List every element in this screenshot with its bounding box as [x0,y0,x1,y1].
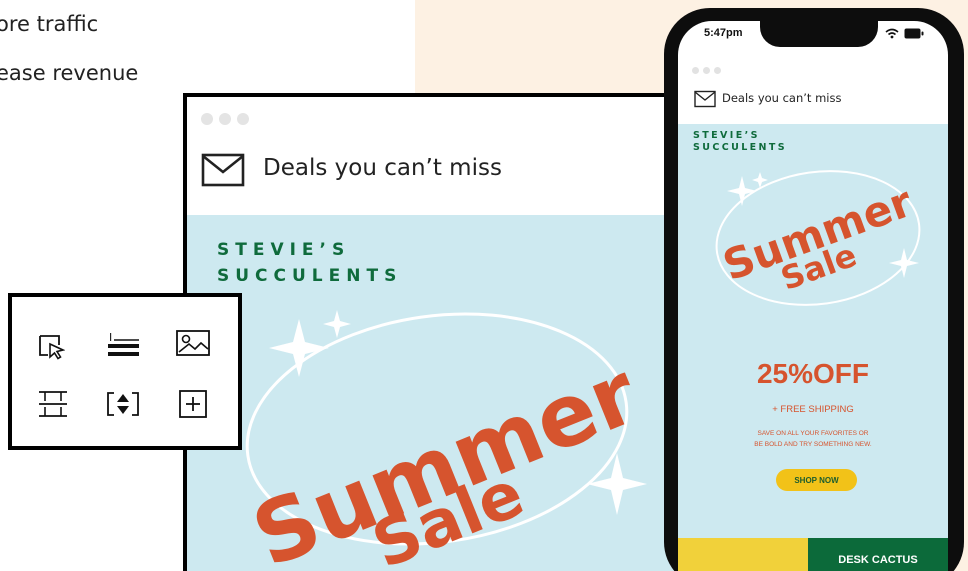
wifi-icon [885,28,899,39]
promo-line-2: BE BOLD AND TRY SOMETHING NEW. [754,441,872,448]
window-dot[interactable] [201,113,213,125]
promo-line-1: SAVE ON ALL YOUR FAVORITES OR [757,430,869,437]
window-dot[interactable] [237,113,249,125]
phone-brand-name: STEVIE’S SUCCULENTS [693,130,787,154]
summer-sale-graphic: Summer Sale [240,310,652,571]
brand-name: STEVIE’S SUCCULENTS [217,237,402,289]
window-dot[interactable] [714,67,721,74]
phone-window-controls [692,67,721,74]
brand-line-2: SUCCULENTS [693,142,788,153]
brand-line-1: STEVIE’S [693,130,760,141]
image-tool[interactable] [175,326,211,362]
window-dot[interactable] [692,67,699,74]
brand-line-1: STEVIE’S [217,240,351,260]
status-time: 5:47pm [704,27,743,39]
free-shipping-text: + FREE SHIPPING [772,404,854,415]
phone-notch [760,13,878,47]
text-tool-icon: I [108,332,139,356]
envelope-icon [201,153,245,187]
product-tile-desk-cactus[interactable]: DESK CACTUS [808,538,948,571]
sparkle-icon [727,176,757,206]
phone-summer-sale-graphic: Summer Sale [715,170,921,306]
product-tile-image[interactable] [678,538,808,571]
marketing-hero: ore traffic ease revenue Deals you can’t… [0,0,968,571]
battery-icon [904,28,924,39]
discount-headline: 25%OFF [756,358,870,389]
image-tool-icon [176,330,210,356]
spacer-tool[interactable] [105,386,141,422]
email-subject: Deals you can’t miss [263,155,502,181]
envelope-icon [694,90,716,108]
select-tool-icon [39,335,65,360]
add-block-tool[interactable] [175,386,211,422]
brand-line-2: SUCCULENTS [217,266,403,286]
shop-now-button[interactable]: SHOP NOW [776,469,857,491]
select-tool[interactable] [33,328,69,364]
divider-tool-icon [39,391,67,417]
phone-email-subject: Deals you can’t miss [722,91,842,105]
add-block-icon [179,390,207,418]
window-controls [201,113,249,125]
svg-text:I: I [109,332,112,344]
desktop-email-preview: Deals you can’t miss STEVIE’S SUCCULENTS… [183,93,703,571]
divider-tool[interactable] [35,386,71,422]
text-tool[interactable]: I [105,328,141,364]
promo-description: SAVE ON ALL YOUR FAVORITES OR BE BOLD AN… [678,428,948,450]
window-dot[interactable] [703,67,710,74]
bullet-traffic: ore traffic [0,12,99,36]
sparkle-icon [587,453,647,515]
window-dot[interactable] [219,113,231,125]
bullet-revenue: ease revenue [0,61,139,85]
sparkle-icon [269,319,329,377]
spacer-tool-icon [107,392,139,416]
sparkle-icon [323,310,351,338]
editor-toolbar: I [8,293,242,450]
